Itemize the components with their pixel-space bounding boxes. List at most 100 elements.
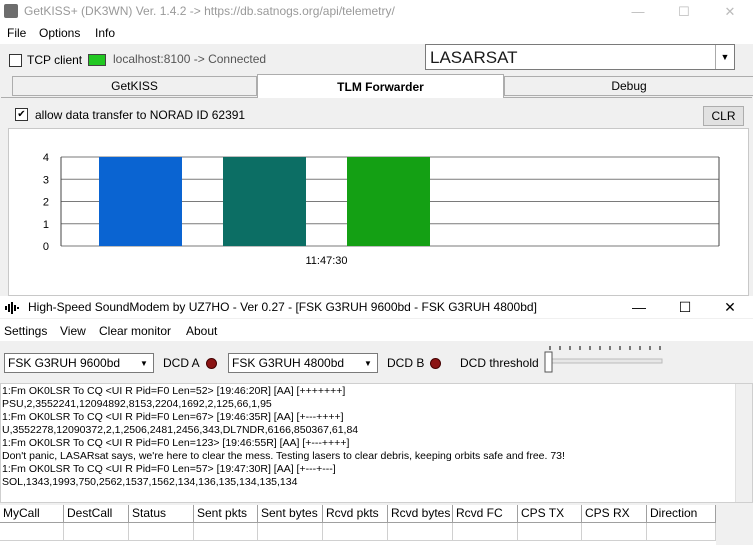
menu-clear-monitor[interactable]: Clear monitor — [99, 324, 171, 338]
allow-transfer-label: allow data transfer to NORAD ID 62391 — [35, 108, 246, 122]
dcd-b-label: DCD B — [387, 356, 425, 370]
dcd-a-label: DCD A — [163, 356, 200, 370]
dcd-a-indicator-icon — [206, 358, 217, 369]
table-cell[interactable] — [388, 523, 453, 541]
tab-debug-label: Debug — [611, 79, 647, 93]
chevron-down-icon: ▼ — [715, 45, 734, 69]
monitor-line: Don't panic, LASARsat says, we're here t… — [2, 450, 565, 462]
menu-view[interactable]: View — [60, 324, 86, 338]
telemetry-chart-svg: 4 3 2 1 0 11:47:30 — [43, 152, 720, 267]
table-header-rcvd-fc[interactable]: Rcvd FC — [453, 505, 518, 523]
soundmodem-window: High-Speed SoundModem by UZ7HO - Ver 0.2… — [0, 296, 753, 545]
connections-table: MyCall DestCall Status Sent pkts Sent by… — [0, 505, 716, 545]
menu-settings[interactable]: Settings — [4, 324, 47, 338]
getkiss-menubar: File Options Info — [0, 23, 753, 44]
chart-y-tick-label: 2 — [43, 197, 49, 209]
table-header-rcvd-pkts[interactable]: Rcvd pkts — [323, 505, 388, 523]
modem-a-value: FSK G3RUH 9600bd — [8, 356, 121, 370]
chart-y-tick-label: 1 — [43, 219, 49, 231]
table-cell[interactable] — [518, 523, 582, 541]
monitor-line: PSU,2,3552241,12094892,8153,2204,1692,2,… — [2, 398, 272, 410]
minimize-button[interactable]: — — [615, 0, 661, 23]
close-icon: ✕ — [724, 3, 736, 19]
tab-debug[interactable]: Debug — [504, 76, 753, 96]
table-cell[interactable] — [582, 523, 647, 541]
clr-button[interactable]: CLR — [703, 106, 744, 126]
connection-indicator-icon — [88, 54, 106, 66]
satellite-select[interactable]: LASARSAT ▼ — [425, 44, 735, 70]
chart-y-tick-label: 4 — [43, 152, 49, 164]
chevron-down-icon: ▼ — [140, 358, 148, 368]
menu-info[interactable]: Info — [95, 26, 115, 40]
table-cell[interactable] — [453, 523, 518, 541]
table-header-destcall[interactable]: DestCall — [64, 505, 129, 523]
tab-getkiss[interactable]: GetKISS — [12, 76, 257, 96]
chart-bar — [99, 157, 182, 246]
tcp-client-checkbox[interactable] — [9, 54, 22, 67]
table-header-rcvd-bytes[interactable]: Rcvd bytes — [388, 505, 453, 523]
monitor-line: SOL,1343,1993,750,2562,1537,1562,134,136… — [2, 476, 298, 488]
menu-file[interactable]: File — [7, 26, 26, 40]
getkiss-titlebar: GetKISS+ (DK3WN) Ver. 1.4.2 -> https://d… — [0, 0, 753, 23]
getkiss-window-title: GetKISS+ (DK3WN) Ver. 1.4.2 -> https://d… — [24, 4, 395, 18]
tcp-client-label: TCP client — [27, 53, 83, 67]
tab-tlm-forwarder-label: TLM Forwarder — [337, 80, 424, 94]
table-header-direction[interactable]: Direction — [647, 505, 716, 523]
getkiss-app-icon — [4, 4, 18, 18]
dcd-threshold-label: DCD threshold — [460, 356, 539, 370]
table-cell[interactable] — [194, 523, 258, 541]
allow-transfer-checkbox[interactable]: ✔ — [15, 108, 28, 121]
modem-b-value: FSK G3RUH 4800bd — [232, 356, 345, 370]
table-cell[interactable] — [64, 523, 129, 541]
slider-track-icon — [544, 346, 663, 373]
satellite-select-value: LASARSAT — [430, 48, 518, 67]
table-header-mycall[interactable]: MyCall — [0, 505, 64, 523]
soundmodem-titlebar: High-Speed SoundModem by UZ7HO - Ver 0.2… — [0, 296, 753, 318]
menu-about[interactable]: About — [186, 324, 217, 338]
modem-controls: FSK G3RUH 9600bd ▼ DCD A FSK G3RUH 4800b… — [0, 341, 753, 383]
chart-bar — [347, 157, 430, 246]
maximize-icon: ☐ — [678, 3, 690, 19]
minimize-button[interactable]: — — [616, 296, 662, 318]
chart-x-tick-label: 11:47:30 — [305, 255, 347, 267]
dcd-b-indicator-icon — [430, 358, 441, 369]
clr-button-label: CLR — [711, 109, 736, 123]
monitor-line: 1:Fm OK0LSR To CQ <UI R Pid=F0 Len=123> … — [2, 437, 350, 449]
modem-a-select[interactable]: FSK G3RUH 9600bd ▼ — [4, 353, 154, 373]
table-header-status[interactable]: Status — [129, 505, 194, 523]
table-header-cps-tx[interactable]: CPS TX — [518, 505, 582, 523]
close-button[interactable]: ✕ — [707, 296, 753, 318]
monitor-scrollbar[interactable] — [735, 384, 752, 502]
minimize-icon: — — [632, 299, 646, 315]
table-header-sent-pkts[interactable]: Sent pkts — [194, 505, 258, 523]
connection-status: localhost:8100 -> Connected — [113, 52, 267, 66]
maximize-button[interactable]: ☐ — [661, 0, 707, 23]
dcd-threshold-slider[interactable] — [544, 343, 664, 375]
modem-b-select[interactable]: FSK G3RUH 4800bd ▼ — [228, 353, 378, 373]
table-cell[interactable] — [129, 523, 194, 541]
tab-tlm-forwarder[interactable]: TLM Forwarder — [257, 74, 504, 98]
table-header-sent-bytes[interactable]: Sent bytes — [258, 505, 323, 523]
chart-y-tick-label: 3 — [43, 174, 49, 186]
close-icon: ✕ — [724, 298, 736, 315]
table-cell[interactable] — [647, 523, 716, 541]
soundmodem-menubar: Settings View Clear monitor About — [0, 319, 753, 341]
table-header-cps-rx[interactable]: CPS RX — [582, 505, 647, 523]
monitor-line: 1:Fm OK0LSR To CQ <UI R Pid=F0 Len=57> [… — [2, 463, 336, 475]
chart-y-tick-label: 0 — [43, 241, 49, 253]
close-button[interactable]: ✕ — [707, 0, 753, 23]
table-cell[interactable] — [0, 523, 64, 541]
menu-options[interactable]: Options — [39, 26, 80, 40]
monitor-log[interactable]: 1:Fm OK0LSR To CQ <UI R Pid=F0 Len=52> [… — [0, 383, 753, 503]
minimize-icon: — — [631, 4, 645, 19]
soundmodem-window-title: High-Speed SoundModem by UZ7HO - Ver 0.2… — [28, 300, 537, 314]
tab-getkiss-label: GetKISS — [111, 79, 158, 93]
table-cell[interactable] — [258, 523, 323, 541]
monitor-line: 1:Fm OK0LSR To CQ <UI R Pid=F0 Len=52> [… — [2, 385, 346, 397]
getkiss-window: GetKISS+ (DK3WN) Ver. 1.4.2 -> https://d… — [0, 0, 753, 297]
monitor-line: 1:Fm OK0LSR To CQ <UI R Pid=F0 Len=67> [… — [2, 411, 344, 423]
table-cell[interactable] — [323, 523, 388, 541]
maximize-button[interactable]: ☐ — [662, 296, 708, 318]
maximize-icon: ☐ — [678, 298, 692, 315]
soundmodem-app-icon — [5, 302, 19, 314]
